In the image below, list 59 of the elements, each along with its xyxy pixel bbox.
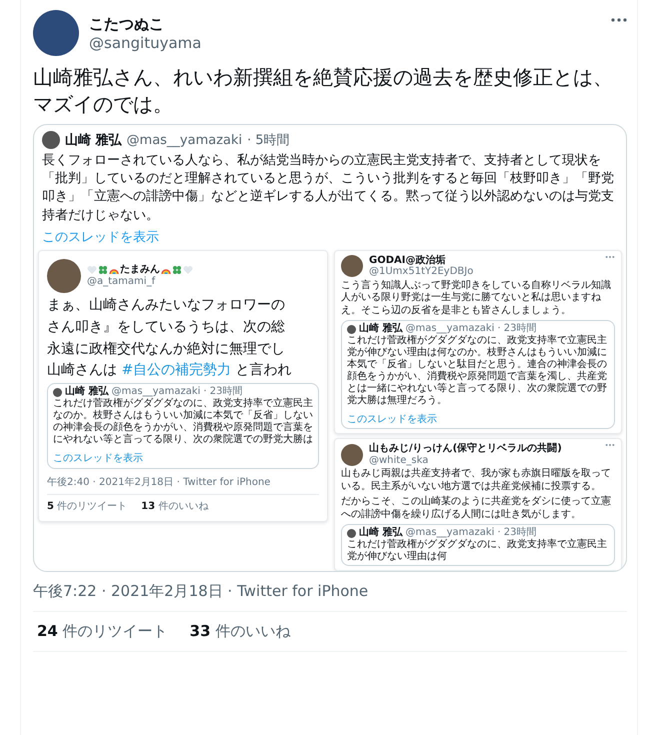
post-time: · 23時間: [203, 386, 243, 398]
tweet-text: 永遠に政権交代なんか絶対に無理でし: [47, 340, 286, 358]
user-name: 山もみじ/りっけん(保守とリベラルの共闘): [369, 443, 562, 455]
avatar-image: [53, 388, 62, 397]
more-icon[interactable]: [611, 18, 627, 22]
user-handle: @a_tamami_f: [87, 276, 156, 288]
tweet-text: さん叩き』をしているうちは、次の総: [47, 318, 286, 337]
show-thread-link: このスレッドを表示: [53, 453, 143, 464]
more-icon: [605, 443, 615, 448]
avatar-image: [42, 131, 60, 149]
retweet-count: 5 件のリツイート: [47, 500, 128, 512]
avatar-image: [341, 255, 363, 278]
quoted-tweet[interactable]: [33, 124, 627, 572]
user-handle: @mas__yamazaki: [405, 527, 494, 539]
user-name: 山崎 雅弘: [359, 323, 402, 334]
like-count: 13 件のいいね: [141, 500, 208, 512]
post-time: · 5時間: [247, 132, 290, 149]
quoted-text: にやれない等と言ってる限り、次の衆院選での野党大勝は: [53, 434, 313, 446]
user-name: GODAI@政治垢: [369, 254, 446, 266]
tweet-text: こう言う知識人ぶって野党叩きをしている自称リベラル知識人がいる限り野党は一生与党に勝てないと私は思いますねえ。そこら辺の反省を是非とも皆さんしましょう。: [341, 280, 612, 318]
avatar-image[interactable]: [33, 10, 79, 56]
post-time: · 23時間: [497, 527, 537, 538]
tweet-text: 山もみじ両親は共産支持者で、我が家も赤旗日曜版を取っている。民主系がいない地方選では共産党候補に投票する。: [341, 468, 612, 494]
retweet-count[interactable]: 24 件のリツイート: [37, 622, 168, 642]
heart-icon: [183, 265, 193, 275]
clover-icon: [172, 265, 182, 275]
tweet-text: まぁ、山崎さんみたいなフォロワーの: [47, 296, 286, 315]
post-timestamp: 午後7:22 · 2021年2月18日 · Twitter for iPhone: [33, 572, 627, 612]
tweet-text: 山崎さんは #自公の補完勢力 と言われ: [47, 361, 293, 380]
tweet-text: だからこそ、この山崎某のように共産党をダシに使って立憲への誹謗中傷を繰り広げる人間には吐き気がします。: [341, 496, 612, 522]
avatar-image: [347, 324, 356, 334]
user-handle: @1Umx51tY2EyDBJo: [369, 266, 474, 278]
avatar-image: [341, 444, 363, 466]
user-handle[interactable]: @sangituyama: [89, 34, 601, 52]
user-name: 山崎 雅弘: [359, 527, 402, 538]
clover-icon: [98, 265, 108, 275]
user-name: 山崎 雅弘: [65, 386, 108, 398]
post-time: · 23時間: [497, 323, 537, 334]
user-handle: @mas__yamazaki: [405, 323, 494, 335]
user-name: たまみん: [120, 264, 160, 276]
avatar-image: [347, 528, 356, 538]
user-handle: @mas__yamazaki: [126, 132, 242, 148]
user-handle: @mas__yamazaki: [111, 386, 200, 398]
show-thread-link: このスレッドを表示: [347, 414, 437, 426]
tweet-text: 山崎雅弘さん、れいわ新撰組を絶賛応援の過去を歴史修正とは、マズイのでは。: [33, 64, 614, 118]
quoted-text: これだけ菅政権がグダグダなのに、政党支持率で立憲民主: [53, 398, 313, 410]
post-timestamp: 午後2:40 · 2021年2月18日 · Twitter for iPhone: [47, 474, 319, 494]
user-handle: @white_ska: [369, 454, 430, 466]
like-count[interactable]: 33 件のいいね: [190, 622, 290, 642]
quoted-text: これだけ菅政権がグダグダなのに、政党支持率で立憲民主党が伸びない理由は何: [347, 539, 608, 564]
quoted-text: これだけ菅政権がグダグダなのに、政党支持率で立憲民主党が伸びない理由は何なのか。枝野さんはもういい加減に本気で「反省」しないと駄目だと思う。連合の神津会長の顔色をうかがい、消費税や原発問題で言葉を濁し、共産党とは一緒にやれない等と言ってる限り、次の衆院選での野党大勝は無理だろう。: [347, 335, 608, 408]
user-name[interactable]: こたつぬこ: [89, 14, 601, 34]
quoted-text: の神津会長の顔色をうかがい、消費税や原発問題で言葉を: [53, 422, 313, 434]
user-name: 山崎 雅弘: [65, 132, 122, 149]
heart-icon: [87, 265, 97, 275]
quoted-text: 長くフォローされている人なら、私が結党当時からの立憲民主党支持者で、支持者として現状を「批判」しているのだと理解されていると思うが、こういう批判をすると毎回「枝野叩き」「野党叩き」「立憲への誹謗中傷」などと逆ギレする人が出てくる。黙って従う以外認めないのは与党支持者だけじゃない。: [42, 152, 615, 225]
avatar-image: [47, 258, 81, 293]
quoted-text: なのか。枝野さんはもういい加減に本気で「反省」しない: [53, 410, 313, 422]
more-icon: [605, 254, 615, 259]
